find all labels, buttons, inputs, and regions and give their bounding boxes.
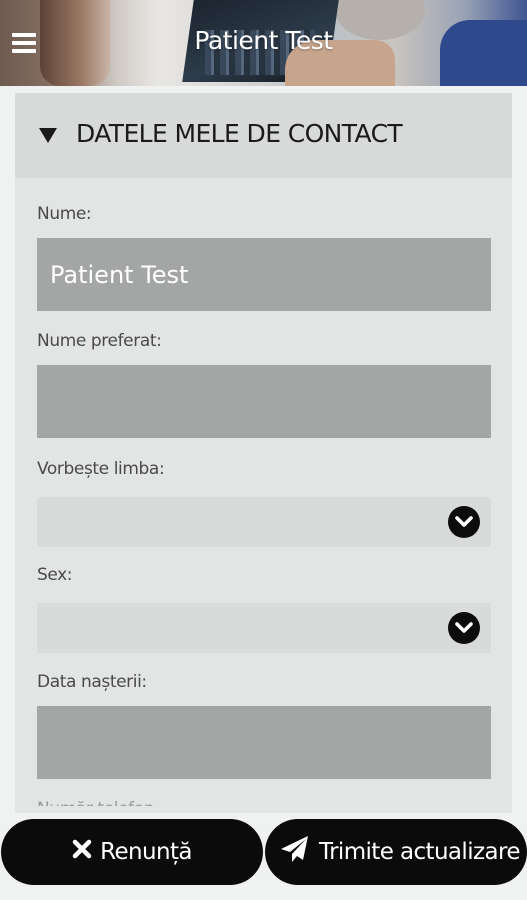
name-input[interactable] — [37, 238, 491, 311]
send-update-button[interactable]: Trimite actualizare — [265, 819, 527, 885]
name-label: Nume: — [37, 204, 92, 224]
preferred-name-input[interactable] — [37, 365, 491, 438]
paper-plane-icon — [280, 835, 310, 869]
chevron-down-icon — [448, 506, 480, 538]
section-title: DATELE MELE DE CONTACT — [76, 119, 403, 148]
sex-select[interactable] — [37, 603, 491, 653]
birth-date-input[interactable] — [37, 706, 491, 779]
sex-label: Sex: — [37, 565, 73, 585]
send-update-button-label: Trimite actualizare — [319, 839, 520, 865]
phone-number-label: Număr telefon — [37, 796, 154, 806]
triangle-down-icon — [39, 128, 57, 143]
section-toggle-contact-details[interactable]: DATELE MELE DE CONTACT — [15, 93, 512, 178]
preferred-name-label: Nume preferat: — [37, 331, 162, 351]
close-icon — [72, 839, 92, 865]
page-title: Patient Test — [194, 26, 333, 55]
app-screen: Patient Test DATELE MELE DE CONTACT Nume… — [0, 0, 527, 900]
contact-details-card: DATELE MELE DE CONTACT Nume: Nume prefer… — [15, 93, 512, 813]
language-label: Vorbește limba: — [37, 459, 165, 479]
header-bar: Patient Test — [0, 0, 527, 86]
cancel-button-label: Renunță — [100, 839, 192, 865]
language-select[interactable] — [37, 497, 491, 547]
cancel-button[interactable]: Renunță — [1, 819, 263, 885]
chevron-down-icon — [448, 612, 480, 644]
birth-date-label: Data nașterii: — [37, 672, 147, 692]
